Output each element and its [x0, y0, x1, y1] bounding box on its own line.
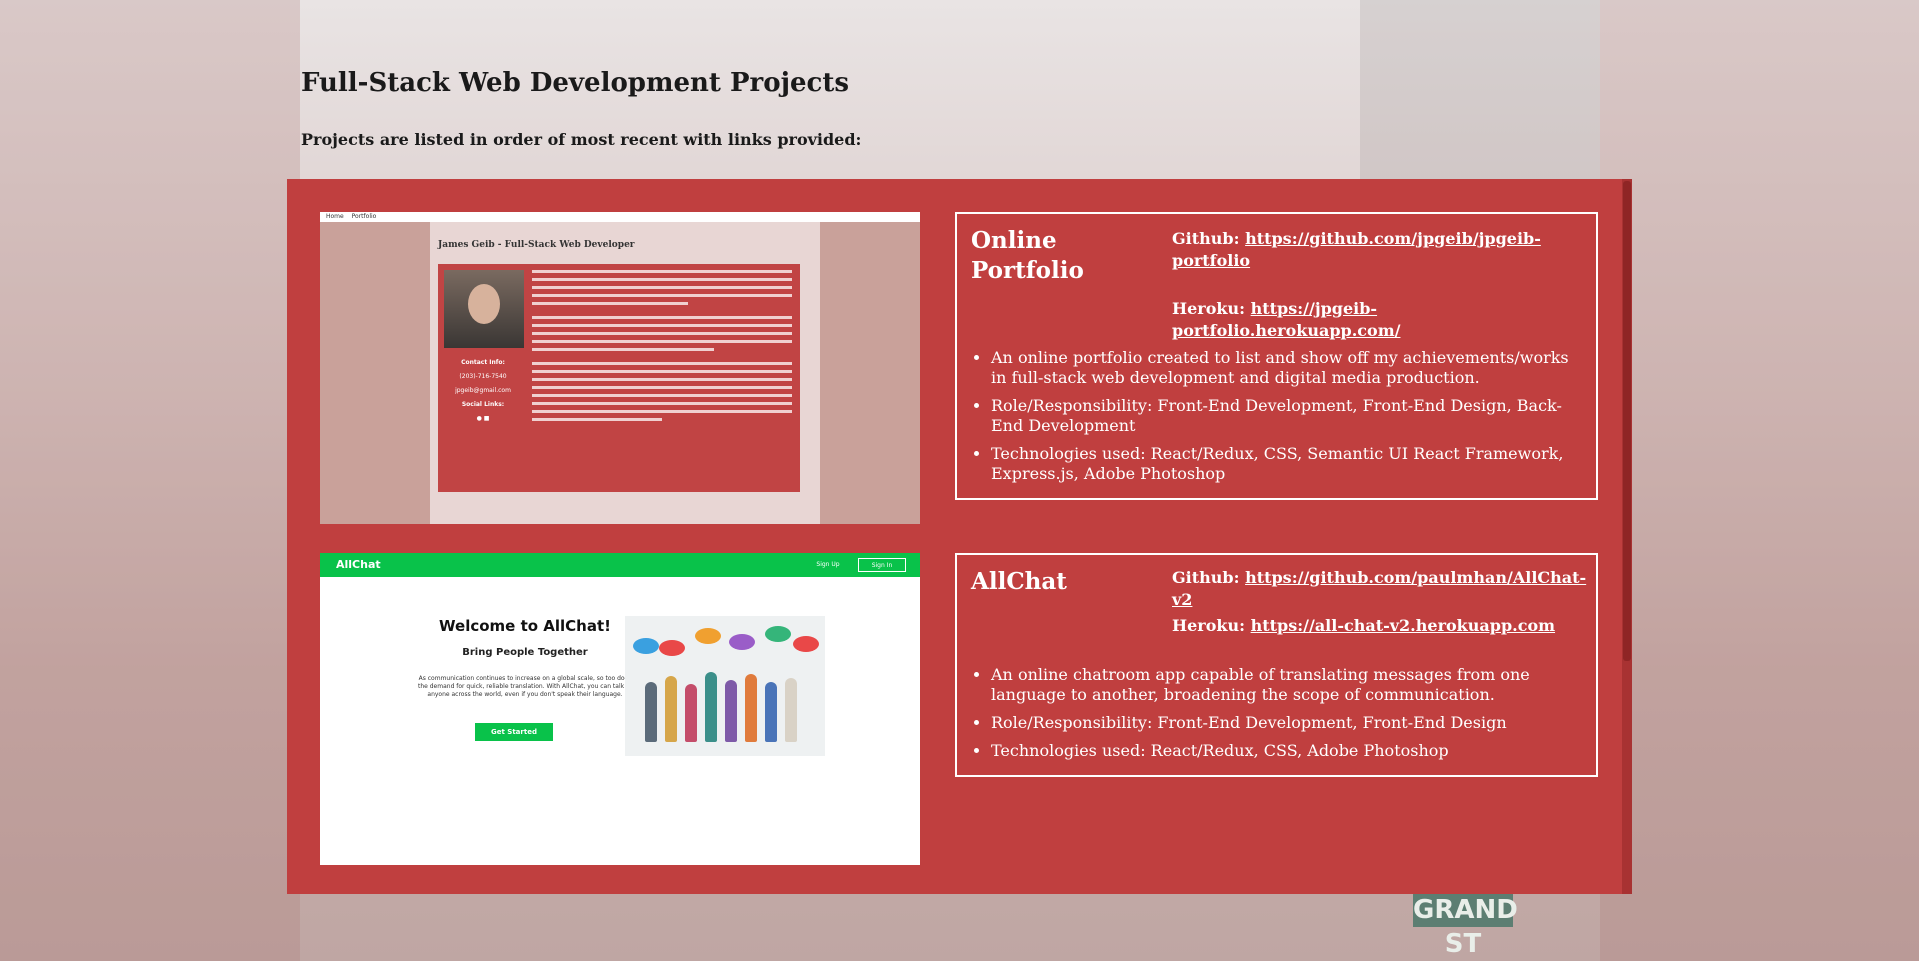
project-card-online-portfolio: Online Portfolio Github: https://github.…: [955, 212, 1598, 500]
preview-profile-photo: [444, 270, 524, 348]
preview-nav-home: Home: [326, 213, 344, 220]
list-item: Technologies used: React/Redux, CSS, Sem…: [991, 444, 1586, 484]
list-item: Technologies used: React/Redux, CSS, Ado…: [991, 741, 1586, 761]
preview-logo: AllChat: [336, 558, 381, 571]
github-label: Github:: [1172, 229, 1240, 248]
page-subtitle: Projects are listed in order of most rec…: [301, 130, 862, 149]
preview-building-right: [820, 222, 920, 524]
preview-social-label: Social Links:: [461, 401, 505, 408]
preview-contact-label: Contact Info:: [461, 359, 505, 366]
preview-face: [468, 284, 500, 324]
list-item: Role/Responsibility: Front-End Developme…: [991, 713, 1586, 733]
project-title: Online Portfolio: [971, 227, 1084, 284]
project-card-allchat: AllChat Github: https://github.com/paulm…: [955, 553, 1598, 777]
page-title: Full-Stack Web Development Projects: [301, 68, 850, 98]
preview-welcome-heading: Welcome to AllChat!: [439, 617, 611, 635]
background-building-right: [1600, 0, 1919, 961]
preview-nav-portfolio: Portfolio: [351, 213, 377, 220]
background-building-left: [0, 0, 300, 961]
github-label: Github:: [1172, 568, 1240, 587]
list-item: An online chatroom app capable of transl…: [991, 665, 1586, 705]
preview-signin-button: Sign In: [858, 558, 906, 572]
preview-navbar: AllChat Sign Up Sign In: [320, 553, 920, 577]
project-title: AllChat: [971, 568, 1067, 595]
background-street-sign: GRAND ST: [1413, 893, 1518, 959]
portfolio-preview-image: Home Portfolio James Geib - Full-Stack W…: [320, 212, 920, 524]
list-item: Role/Responsibility: Front-End Developme…: [991, 396, 1586, 436]
preview-get-started-button: Get Started: [475, 723, 553, 741]
heroku-label: Heroku:: [1172, 616, 1246, 635]
project-details-list: An online chatroom app capable of transl…: [971, 665, 1586, 769]
preview-social-icons: ● ■: [476, 415, 490, 422]
github-link-row: Github: https://github.com/jpgeib/jpgeib…: [1172, 228, 1592, 272]
preview-description: As communication continues to increase o…: [417, 675, 633, 698]
preview-nav: Home Portfolio: [320, 212, 920, 222]
heroku-link[interactable]: https://all-chat-v2.herokuapp.com: [1251, 616, 1555, 635]
preview-bio-text: [532, 270, 792, 426]
preview-people-illustration: [625, 616, 825, 756]
panel-scrollbar[interactable]: [1622, 179, 1632, 894]
list-item: An online portfolio created to list and …: [991, 348, 1586, 388]
github-link-row: Github: https://github.com/paulmhan/AllC…: [1172, 567, 1592, 611]
heroku-label: Heroku:: [1172, 299, 1246, 318]
project-details-list: An online portfolio created to list and …: [971, 348, 1586, 492]
preview-signup-button: Sign Up: [816, 561, 840, 568]
projects-panel: Home Portfolio James Geib - Full-Stack W…: [287, 179, 1632, 894]
scrollbar-thumb[interactable]: [1623, 181, 1631, 661]
preview-bio-box: Contact Info: (203)-716-7540 jpgeib@gmai…: [438, 264, 800, 492]
preview-heading: James Geib - Full-Stack Web Developer: [438, 240, 635, 250]
heroku-link-row: Heroku: https://jpgeib-portfolio.herokua…: [1172, 298, 1592, 342]
allchat-preview-image: AllChat Sign Up Sign In Welcome to AllCh…: [320, 553, 920, 865]
preview-email: jpgeib@gmail.com: [455, 387, 511, 394]
preview-contact-column: Contact Info: (203)-716-7540 jpgeib@gmai…: [448, 356, 518, 426]
preview-phone: (203)-716-7540: [459, 373, 507, 380]
preview-tagline: Bring People Together: [462, 647, 588, 658]
heroku-link-row: Heroku: https://all-chat-v2.herokuapp.co…: [1172, 615, 1592, 637]
preview-building-left: [320, 222, 430, 524]
